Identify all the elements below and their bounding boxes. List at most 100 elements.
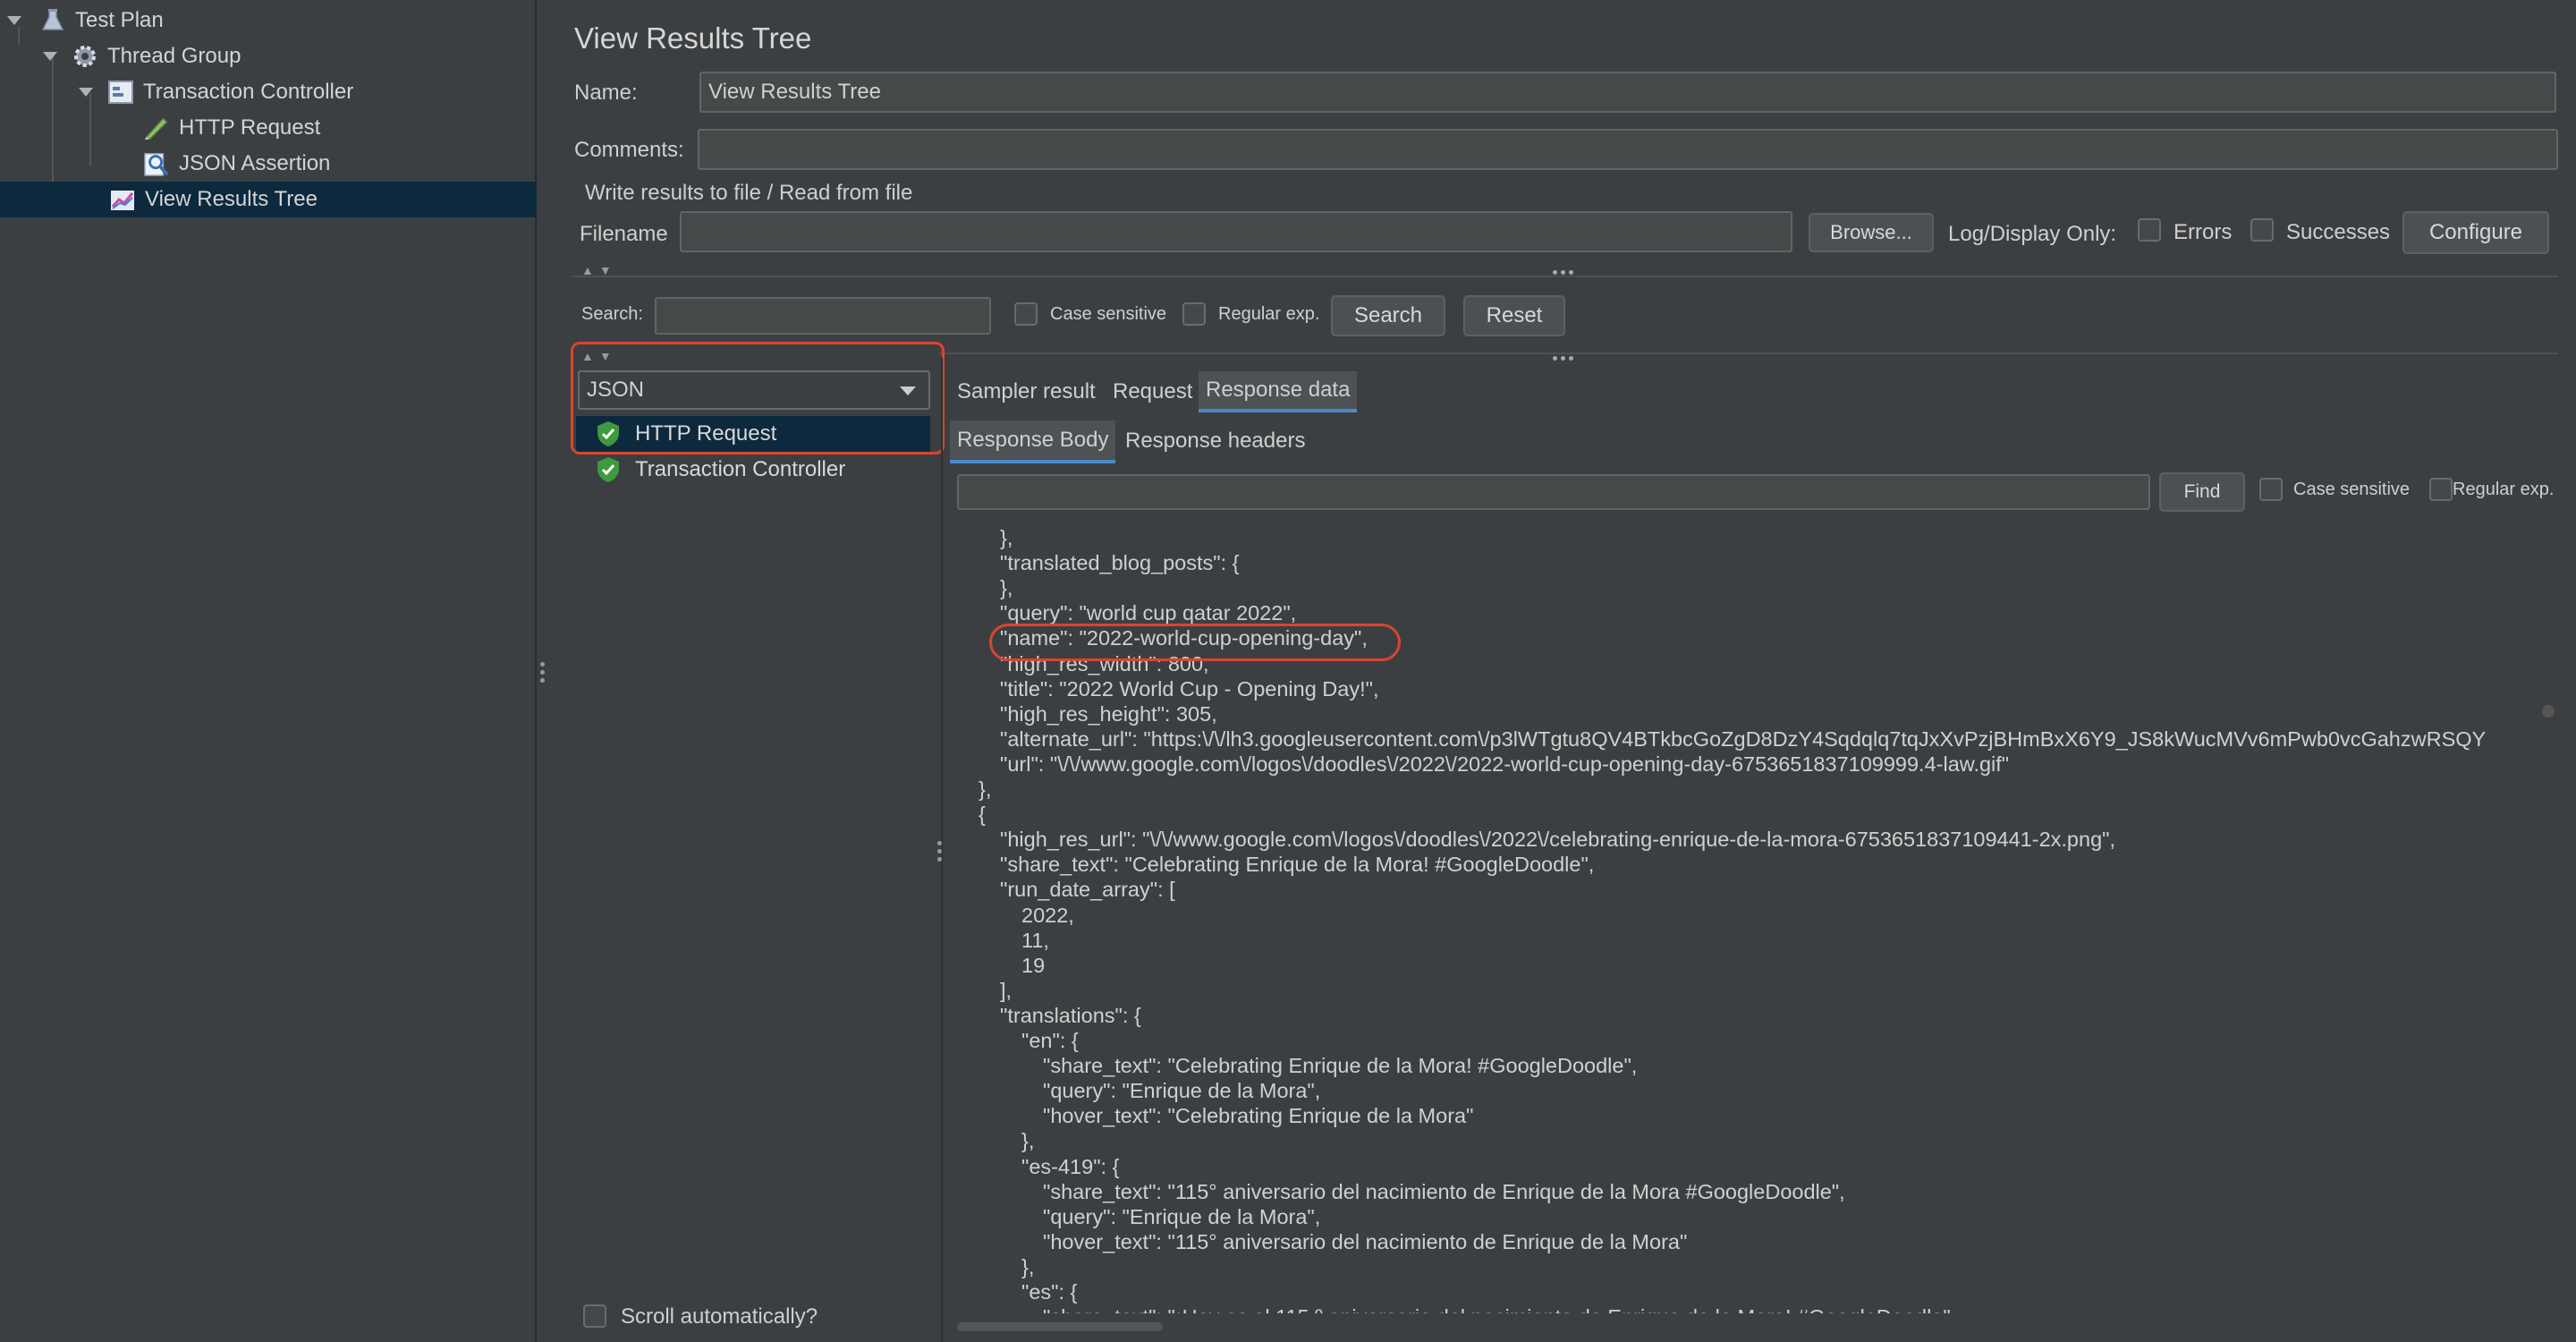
name-input-value: View Results Tree	[708, 80, 881, 104]
json-line: ],	[1000, 978, 1013, 1002]
json-line: },	[1000, 526, 1013, 549]
tree-item-label: Transaction Controller	[143, 80, 354, 104]
json-line: },	[1021, 1254, 1035, 1278]
json-line: "share_text": "115° aniversario del naci…	[1043, 1179, 1845, 1203]
json-line: "alternate_url": "https:\/\/lh3.googleus…	[1000, 726, 2487, 751]
chevron-down-icon[interactable]	[77, 83, 95, 101]
pen-icon	[143, 115, 170, 141]
result-item-label: Transaction Controller	[635, 457, 846, 481]
tree-item-http-request[interactable]: HTTP Request	[0, 110, 537, 146]
comments-input[interactable]	[698, 129, 2558, 170]
search-case-sensitive-checkbox[interactable]	[1014, 302, 1038, 326]
json-line: "share_text": "¡Hoy es el 115.º aniversa…	[1043, 1305, 1956, 1313]
tree-item-json-assertion[interactable]: JSON Assertion	[0, 146, 537, 182]
json-line: "es": {	[1021, 1280, 1078, 1304]
search-regex-label: Regular exp.	[1218, 304, 1320, 324]
panel-splitter[interactable]	[937, 841, 942, 862]
json-line: "run_date_array": [	[1000, 878, 1175, 902]
chevron-down-icon[interactable]	[5, 12, 23, 30]
json-line: 11,	[1021, 928, 1049, 952]
json-line: },	[1000, 576, 1013, 600]
json-line: 2022,	[1021, 903, 1074, 927]
json-line: "query": "world cup qatar 2022",	[1000, 601, 1297, 625]
divider	[939, 352, 2558, 354]
magnifier-icon	[143, 150, 170, 177]
tab-response-data[interactable]: Response data	[1199, 371, 1358, 412]
flask-icon	[39, 7, 66, 34]
search-label: Search:	[581, 304, 643, 324]
tree-item-label: View Results Tree	[145, 187, 318, 211]
tree-item-label: JSON Assertion	[179, 151, 331, 175]
json-line: "en": {	[1021, 1029, 1079, 1052]
find-case-sensitive-checkbox[interactable]	[2259, 478, 2283, 501]
json-line: },	[1021, 1129, 1035, 1153]
search-regex-checkbox[interactable]	[1182, 302, 1206, 326]
successes-checkbox[interactable]	[2250, 218, 2274, 242]
scroll-automatically-label: Scroll automatically?	[621, 1304, 818, 1329]
gear-icon	[72, 43, 98, 70]
horizontal-scrollbar[interactable]	[957, 1322, 1163, 1331]
find-regex-checkbox[interactable]	[2429, 478, 2453, 501]
find-button[interactable]: Find	[2159, 472, 2245, 512]
tab-request[interactable]: Request	[1106, 373, 1199, 411]
file-section-title: Write results to file / Read from file	[585, 181, 913, 205]
json-line: "share_text": "Celebrating Enrique de la…	[1043, 1054, 1638, 1078]
filename-label: Filename	[580, 222, 668, 246]
successes-label: Successes	[2286, 220, 2391, 244]
success-shield-icon	[597, 457, 619, 482]
json-line: "share_text": "Celebrating Enrique de la…	[1000, 853, 1595, 877]
configure-button[interactable]: Configure	[2402, 211, 2549, 254]
tree-item-label: HTTP Request	[179, 115, 321, 140]
resize-handle-icon[interactable]	[1553, 356, 1573, 361]
search-case-sensitive-label: Case sensitive	[1050, 304, 1167, 324]
scroll-automatically-checkbox[interactable]	[583, 1304, 606, 1328]
json-line: "query": "Enrique de la Mora",	[1043, 1204, 1321, 1228]
tree-item-thread-group[interactable]: Thread Group	[0, 38, 537, 74]
json-line: "high_res_height": 305,	[1000, 701, 1217, 726]
tree-item-label: Test Plan	[75, 8, 164, 32]
tab-response-headers[interactable]: Response headers	[1118, 422, 1312, 460]
json-line: "title": "2022 World Cup - Opening Day!"…	[1000, 676, 1379, 701]
tab-sampler-result[interactable]: Sampler result	[950, 373, 1103, 411]
find-case-sensitive-label: Case sensitive	[2293, 480, 2411, 499]
find-regex-label: Regular exp.	[2453, 480, 2555, 499]
chevron-down-icon[interactable]	[41, 47, 59, 65]
find-input[interactable]	[957, 474, 2150, 510]
browse-button[interactable]: Browse...	[1809, 213, 1934, 252]
errors-label: Errors	[2174, 220, 2233, 244]
errors-checkbox[interactable]	[2138, 218, 2161, 242]
json-line: "translated_blog_posts": {	[1000, 551, 1240, 575]
json-line: "hover_text": "Celebrating Enrique de la…	[1043, 1104, 1474, 1128]
json-line: "translations": {	[1000, 1003, 1141, 1027]
chart-icon	[109, 186, 136, 213]
json-line: },	[979, 777, 992, 801]
json-line: "hover_text": "115° aniversario del naci…	[1043, 1229, 1688, 1253]
tree-item-view-results-tree[interactable]: View Results Tree	[0, 182, 537, 217]
controller-icon	[107, 79, 134, 106]
tree-item-label: Thread Group	[107, 44, 242, 68]
name-label: Name:	[574, 81, 638, 105]
name-input[interactable]: View Results Tree	[699, 72, 2556, 113]
resize-handle-icon[interactable]	[1553, 270, 1573, 275]
json-line: {	[979, 803, 986, 827]
test-plan-tree: Test Plan Thread Group Transaction Contr…	[0, 0, 545, 1342]
highlight-annotation	[571, 342, 945, 454]
comments-label: Comments:	[574, 138, 684, 162]
search-button[interactable]: Search	[1331, 295, 1445, 336]
json-line: "high_res_url": "\/\/www.google.com\/log…	[1000, 828, 2116, 852]
page-title: View Results Tree	[574, 21, 812, 55]
json-line: "query": "Enrique de la Mora",	[1043, 1079, 1321, 1103]
panel-splitter[interactable]	[540, 662, 546, 685]
result-item-transaction-controller[interactable]: Transaction Controller	[576, 452, 930, 488]
json-line: "es-419": {	[1021, 1154, 1120, 1178]
tree-item-transaction-controller[interactable]: Transaction Controller	[0, 74, 537, 110]
reset-button[interactable]: Reset	[1463, 295, 1565, 336]
json-line: "url": "\/\/www.google.com\/logos\/doodl…	[1000, 752, 2010, 776]
tab-response-body[interactable]: Response Body	[950, 420, 1116, 463]
log-display-label: Log/Display Only:	[1948, 222, 2117, 246]
highlight-annotation	[989, 624, 1401, 661]
tree-item-test-plan[interactable]: Test Plan	[0, 3, 537, 38]
divider	[572, 276, 2558, 277]
search-input[interactable]	[655, 297, 991, 335]
filename-input[interactable]	[680, 211, 1792, 252]
